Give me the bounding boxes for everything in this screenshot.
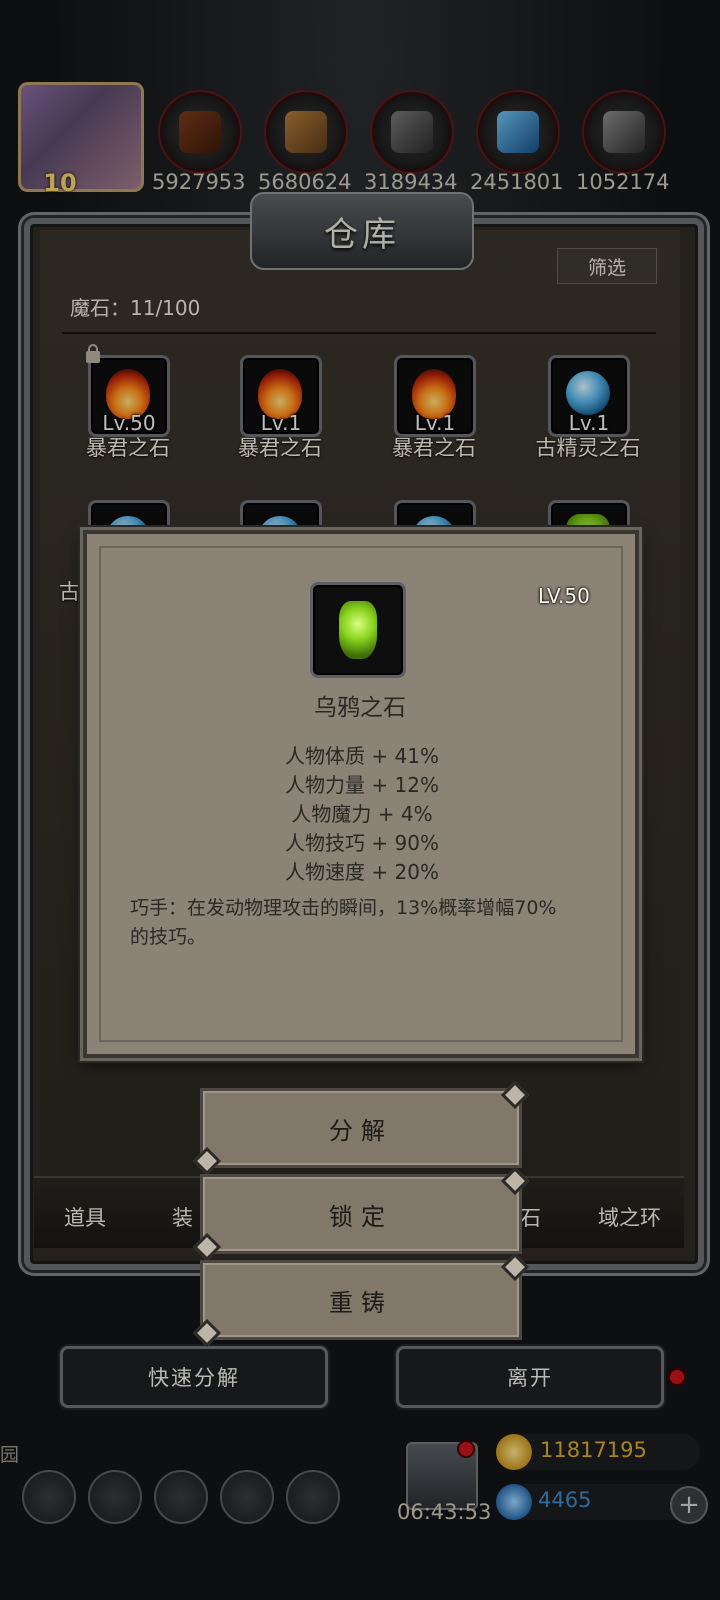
stat-constitution: 人物体质 + 41%: [285, 744, 439, 768]
stat-magic: 人物魔力 + 4%: [291, 802, 433, 826]
stat-speed: 人物速度 + 20%: [285, 860, 439, 884]
reforge-button[interactable]: 重铸: [200, 1260, 522, 1340]
stat-strength: 人物力量 + 12%: [285, 773, 439, 797]
skill-description: 巧手：在发动物理攻击的瞬间，13%概率增幅70%的技巧。: [130, 897, 557, 948]
detail-level: LV.50: [538, 584, 590, 608]
lock-button[interactable]: 锁定: [200, 1174, 522, 1254]
detail-stone-slot: [310, 582, 406, 678]
stat-technique: 人物技巧 + 90%: [285, 831, 439, 855]
detail-name: 乌鸦之石: [314, 695, 406, 721]
crow-gem-icon: [339, 601, 377, 659]
decompose-button[interactable]: 分解: [200, 1088, 522, 1168]
